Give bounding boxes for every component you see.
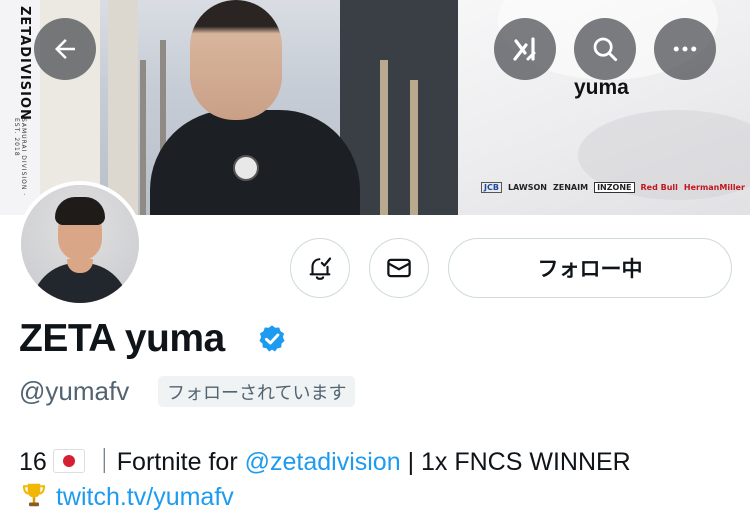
grok-icon [513,37,536,61]
bio-age: 16 [19,448,47,476]
message-button[interactable] [369,238,429,298]
notifications-button[interactable] [290,238,350,298]
back-button[interactable] [34,18,96,80]
bio-text: Fortnite for [116,448,245,476]
bio-line-2: twitch.tv/yumafv [19,480,234,512]
arrow-left-icon [55,39,75,59]
bell-check-icon [309,257,332,280]
sponsor-logo: JCB [481,181,502,193]
more-horizontal-icon [673,46,697,52]
jacket-logo [233,155,259,181]
sponsor-logo: ZENAIM [552,182,589,192]
grok-button[interactable] [494,18,556,80]
follows-you-badge: フォローされています [158,376,356,407]
more-options-button[interactable] [654,18,716,80]
avatar[interactable] [17,181,143,307]
mention-link[interactable]: @zetadivision [245,448,401,476]
japan-flag-icon [52,449,85,473]
bio-separator: ｜ [91,448,117,476]
bio-text: | 1x FNCS WINNER [400,448,631,476]
banner-brand-text: ZETADIVISION [17,6,32,121]
sponsor-logo: Red Bull [640,182,678,192]
verified-badge-icon[interactable] [256,323,288,355]
following-button[interactable]: フォロー中 [448,238,732,298]
envelope-icon [387,258,411,278]
search-icon [593,37,618,62]
sponsor-logo: INZONE [594,181,635,193]
sponsor-logo: LAWSON [507,182,547,192]
profile-banner[interactable]: ZETADIVISION SAMURAI DIVISION · EST. 201… [0,0,750,215]
bio-line-1: 16 ｜Fortnite for @zetadivision | 1x FNCS… [19,442,631,478]
username-handle: @yumafv [19,376,130,406]
twitch-link[interactable]: twitch.tv/yumafv [56,483,234,511]
display-name: ZETA yuma [19,317,225,360]
search-button[interactable] [574,18,636,80]
sponsor-logo: HermanMiller [683,182,745,192]
trophy-icon [22,483,46,507]
sponsor-logos: JCB LAWSON ZENAIM INZONE Red Bull Herman… [481,179,745,195]
